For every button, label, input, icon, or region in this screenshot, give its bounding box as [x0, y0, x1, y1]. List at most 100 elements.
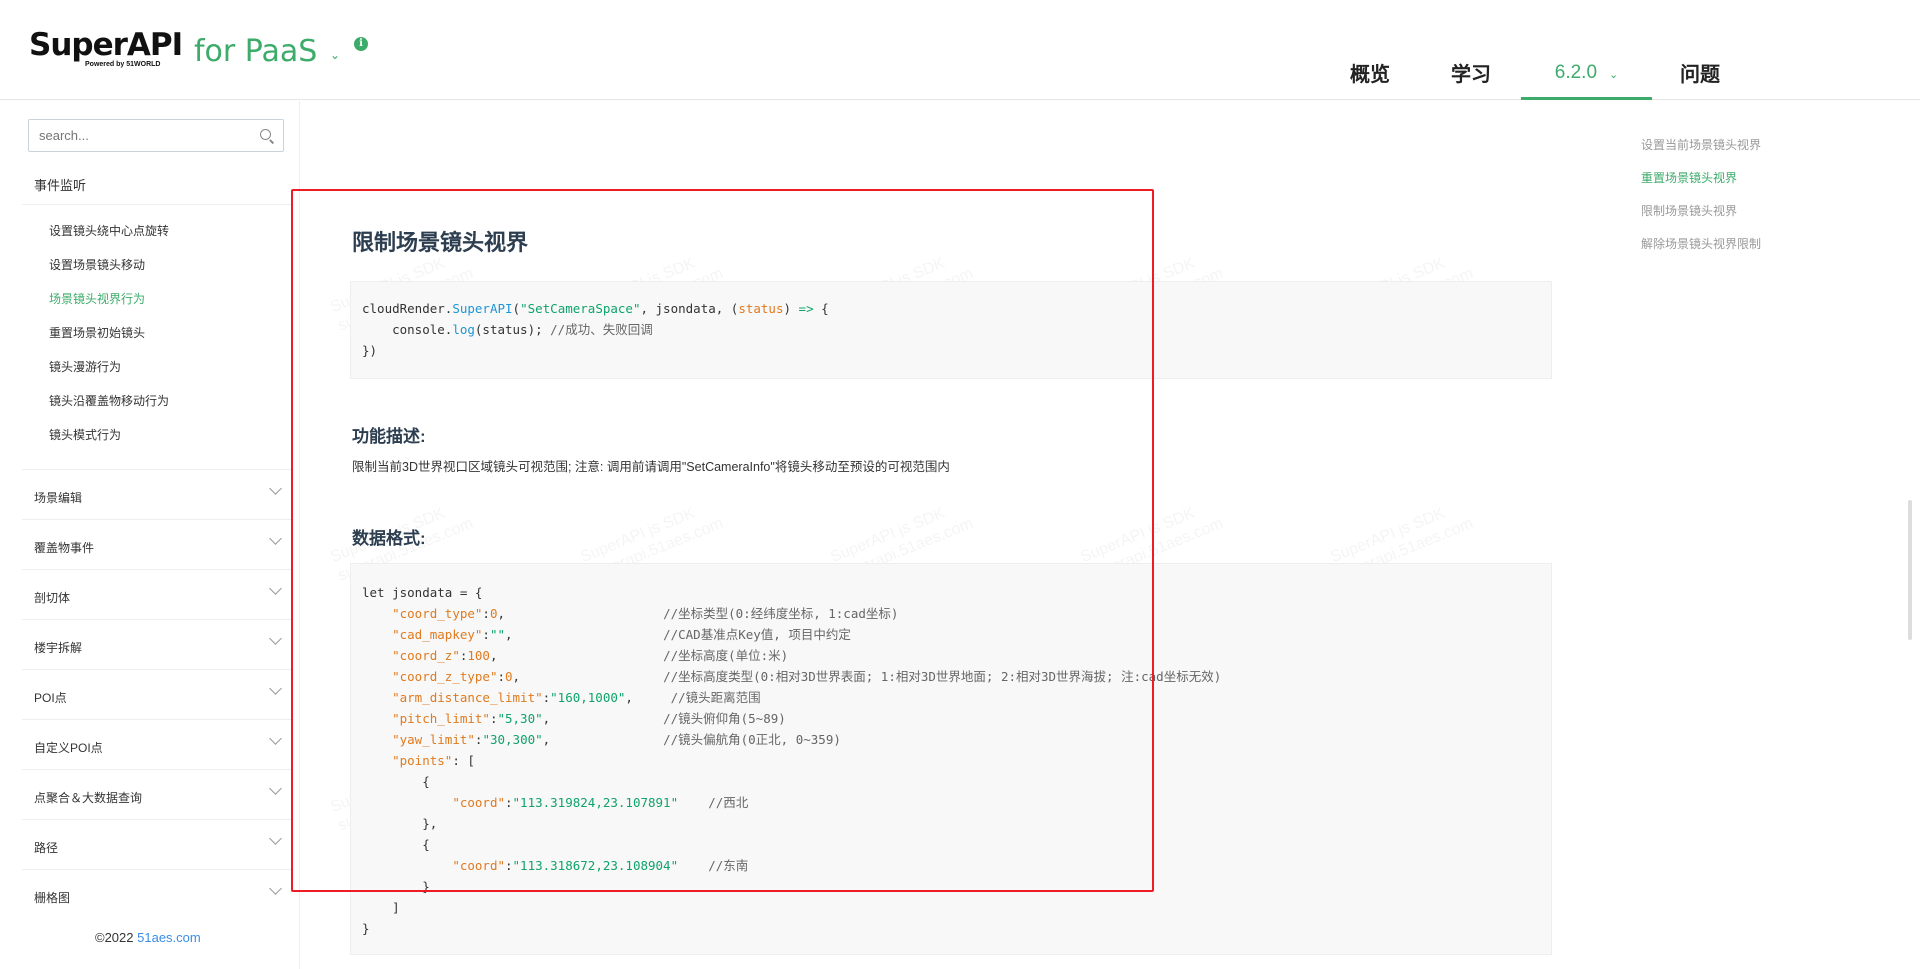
code-token: )	[783, 301, 799, 316]
code-key: "coord_type"	[392, 606, 483, 621]
code-line: {	[362, 774, 430, 789]
sidebar-category-building-explode[interactable]: 楼宇拆解	[22, 619, 292, 669]
code-line: "cad_mapkey":"", //CAD基准点Key值, 项目中约定	[362, 627, 851, 642]
code-token: : [	[452, 753, 475, 768]
code-pad	[505, 606, 663, 621]
search-icon[interactable]	[260, 129, 271, 140]
category-label: 路径	[34, 841, 59, 855]
page-title: 限制场景镜头视界	[352, 230, 529, 255]
code-key: "arm_distance_limit"	[392, 690, 543, 705]
code-token: :	[497, 669, 505, 684]
sidebar-item-reset-camera[interactable]: 重置场景初始镜头	[49, 324, 145, 341]
code-line: {	[362, 837, 430, 852]
superapi-logo[interactable]: SuperAPI Powered by 51WORLD	[29, 27, 183, 72]
code-value: 0	[505, 669, 513, 684]
chevron-down-icon[interactable]: ⌄	[330, 48, 340, 62]
chevron-down-icon	[269, 882, 282, 895]
nav-overview[interactable]: 概览	[1350, 58, 1390, 87]
category-label: 剖切体	[34, 591, 71, 605]
code-token: let jsondata = {	[362, 585, 483, 600]
logo-text: SuperAPI	[29, 27, 183, 63]
sidebar-category-path[interactable]: 路径	[22, 819, 292, 869]
sidebar-category-raster[interactable]: 栅格图	[22, 869, 292, 919]
code-comment: //CAD基准点Key值, 项目中约定	[663, 627, 851, 642]
copyright-link[interactable]: 51aes.com	[137, 930, 201, 945]
search-input[interactable]	[29, 120, 249, 151]
chevron-down-icon	[269, 782, 282, 795]
sidebar-item-camera-move[interactable]: 设置场景镜头移动	[49, 256, 145, 273]
toc-item-reset-camera-space[interactable]: 重置场景镜头视界	[1641, 169, 1737, 186]
sidebar-category-custom-poi[interactable]: 自定义POI点	[22, 719, 292, 769]
code-line: },	[362, 816, 437, 831]
code-token: {	[813, 301, 829, 316]
code-line: "coord":"113.319824,23.107891" //西北	[452, 795, 749, 810]
copyright: ©2022 51aes.com	[95, 930, 201, 945]
code-pad	[520, 669, 663, 684]
code-token: }	[422, 879, 430, 894]
main-content: SuperAPI js SDKsuperapi.51aes.com SuperA…	[300, 101, 1560, 969]
category-label: POI点	[34, 691, 67, 705]
code-pad	[550, 732, 663, 747]
code-line: "coord_type":0, //坐标类型(0:经纬度坐标, 1:cad坐标)	[362, 606, 898, 621]
code-token: }	[362, 921, 370, 936]
chevron-down-icon	[269, 682, 282, 695]
product-name[interactable]: for PaaS	[194, 34, 317, 69]
search-box[interactable]	[28, 119, 284, 152]
sidebar-category-section-box[interactable]: 剖切体	[22, 569, 292, 619]
sidebar-item-camera-space[interactable]: 场景镜头视界行为	[49, 290, 145, 307]
sidebar-group-title[interactable]: 事件监听	[34, 175, 86, 194]
sidebar-item-camera-follow-covering[interactable]: 镜头沿覆盖物移动行为	[49, 392, 169, 409]
sidebar-item-camera-roam[interactable]: 镜头漫游行为	[49, 358, 121, 375]
code-key: "coord_z"	[392, 648, 460, 663]
sidebar-category-poi[interactable]: POI点	[22, 669, 292, 719]
code-block-jsondata: let jsondata = { "coord_type":0, //坐标类型(…	[350, 563, 1552, 955]
code-token: {	[422, 774, 430, 789]
code-comment: //镜头距离范围	[670, 690, 761, 705]
toc-item-limit-camera-space[interactable]: 限制场景镜头视界	[1641, 202, 1737, 219]
code-line: }	[362, 879, 430, 894]
code-value: "113.319824,23.107891"	[512, 795, 679, 810]
version-label: 6.2.0	[1554, 62, 1598, 83]
code-block-call: cloudRender.SuperAPI("SetCameraSpace", j…	[350, 281, 1552, 379]
code-token: ,	[512, 669, 521, 684]
code-comment: //坐标类型(0:经纬度坐标, 1:cad坐标)	[663, 606, 899, 621]
code-key: "points"	[392, 753, 453, 768]
code-token: //成功、失败回调	[550, 322, 653, 337]
top-header: SuperAPI Powered by 51WORLD for PaaS ⌄ i…	[0, 0, 1920, 100]
toc-item-remove-camera-limit[interactable]: 解除场景镜头视界限制	[1641, 235, 1761, 252]
code-comment: //坐标高度(单位:米)	[663, 648, 789, 663]
nav-issues[interactable]: 问题	[1680, 58, 1720, 87]
sidebar-item-rotate-around-center[interactable]: 设置镜头绕中心点旋转	[49, 222, 169, 239]
code-line: "pitch_limit":"5,30", //镜头俯仰角(5~89)	[362, 711, 786, 726]
code-comment: //坐标高度类型(0:相对3D世界表面; 1:相对3D世界地面; 2:相对3D世…	[663, 669, 1222, 684]
nav-version-dropdown[interactable]: 6.2.0 ⌄	[1521, 62, 1652, 100]
code-key: "pitch_limit"	[392, 711, 490, 726]
code-token: cloudRender.	[362, 301, 453, 316]
sidebar-category-cluster-bigdata[interactable]: 点聚合＆大数据查询	[22, 769, 292, 819]
code-comment: //镜头俯仰角(5~89)	[663, 711, 786, 726]
code-token: :	[482, 606, 490, 621]
code-key: "coord_z_type"	[392, 669, 498, 684]
info-icon[interactable]: i	[354, 37, 368, 51]
toc-item-set-camera-space[interactable]: 设置当前场景镜头视界	[1641, 136, 1761, 153]
section-heading-data-format: 数据格式:	[352, 529, 426, 548]
code-key: "yaw_limit"	[392, 732, 475, 747]
code-token: ,	[625, 690, 633, 705]
copyright-text: ©2022	[95, 930, 138, 945]
code-token: =>	[798, 301, 814, 316]
logo-subtitle: Powered by 51WORLD	[85, 61, 161, 68]
code-token: SuperAPI	[452, 301, 513, 316]
section-heading-function: 功能描述:	[352, 427, 426, 446]
chevron-down-icon	[269, 582, 282, 595]
code-pad	[497, 648, 663, 663]
sidebar-category-scene-edit[interactable]: 场景编辑	[22, 469, 292, 519]
code-value: "5,30"	[497, 711, 543, 726]
sidebar-category-covering-events[interactable]: 覆盖物事件	[22, 519, 292, 569]
code-value: "160,1000"	[550, 690, 626, 705]
sidebar-item-camera-mode[interactable]: 镜头模式行为	[49, 426, 121, 443]
category-label: 点聚合＆大数据查询	[34, 791, 143, 805]
page-scrollbar[interactable]	[1908, 500, 1912, 640]
nav-learn[interactable]: 学习	[1451, 58, 1491, 87]
code-value: 100	[467, 648, 490, 663]
code-key: "cad_mapkey"	[392, 627, 483, 642]
